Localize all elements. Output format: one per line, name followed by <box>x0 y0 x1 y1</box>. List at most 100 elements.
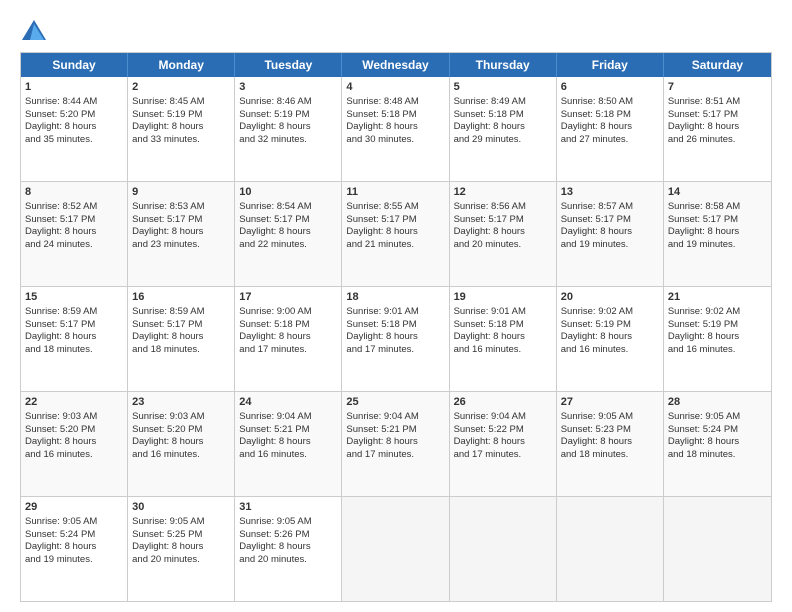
day-cell-1: 1Sunrise: 8:44 AMSunset: 5:20 PMDaylight… <box>21 77 128 181</box>
day-cell-15: 15Sunrise: 8:59 AMSunset: 5:17 PMDayligh… <box>21 287 128 391</box>
day-info-line: Daylight: 8 hours <box>239 541 337 554</box>
day-cell-12: 12Sunrise: 8:56 AMSunset: 5:17 PMDayligh… <box>450 182 557 286</box>
day-info-line: Sunrise: 8:57 AM <box>561 201 659 214</box>
day-number: 4 <box>346 80 444 95</box>
logo-icon <box>20 18 48 46</box>
header-cell-friday: Friday <box>557 53 664 77</box>
day-info-line: Sunset: 5:18 PM <box>454 109 552 122</box>
day-number: 31 <box>239 500 337 515</box>
calendar-week-4: 22Sunrise: 9:03 AMSunset: 5:20 PMDayligh… <box>21 391 771 496</box>
day-info-line: Sunrise: 8:51 AM <box>668 96 767 109</box>
day-info-line: Sunset: 5:17 PM <box>25 319 123 332</box>
day-info-line: and 18 minutes. <box>668 449 767 462</box>
day-info-line: Sunrise: 9:04 AM <box>346 411 444 424</box>
day-info-line: Sunset: 5:21 PM <box>346 424 444 437</box>
day-info-line: Daylight: 8 hours <box>25 331 123 344</box>
day-info-line: Daylight: 8 hours <box>561 226 659 239</box>
day-info-line: Sunset: 5:17 PM <box>346 214 444 227</box>
day-info-line: Sunrise: 9:02 AM <box>668 306 767 319</box>
day-cell-2: 2Sunrise: 8:45 AMSunset: 5:19 PMDaylight… <box>128 77 235 181</box>
day-cell-21: 21Sunrise: 9:02 AMSunset: 5:19 PMDayligh… <box>664 287 771 391</box>
day-number: 14 <box>668 185 767 200</box>
empty-cell <box>450 497 557 601</box>
day-info-line: Daylight: 8 hours <box>25 226 123 239</box>
day-number: 6 <box>561 80 659 95</box>
day-info-line: Sunset: 5:19 PM <box>668 319 767 332</box>
day-info-line: Sunrise: 9:04 AM <box>454 411 552 424</box>
day-number: 2 <box>132 80 230 95</box>
calendar-header: SundayMondayTuesdayWednesdayThursdayFrid… <box>21 53 771 77</box>
day-number: 3 <box>239 80 337 95</box>
day-info-line: Sunrise: 9:05 AM <box>25 516 123 529</box>
day-info-line: Sunrise: 8:56 AM <box>454 201 552 214</box>
header-cell-wednesday: Wednesday <box>342 53 449 77</box>
calendar-week-5: 29Sunrise: 9:05 AMSunset: 5:24 PMDayligh… <box>21 496 771 601</box>
day-number: 16 <box>132 290 230 305</box>
day-info-line: Sunset: 5:22 PM <box>454 424 552 437</box>
day-info-line: and 17 minutes. <box>346 344 444 357</box>
day-info-line: Sunset: 5:23 PM <box>561 424 659 437</box>
day-info-line: Sunset: 5:19 PM <box>561 319 659 332</box>
day-info-line: Sunrise: 8:53 AM <box>132 201 230 214</box>
day-info-line: Daylight: 8 hours <box>561 331 659 344</box>
day-info-line: and 20 minutes. <box>239 554 337 567</box>
day-info-line: and 19 minutes. <box>668 239 767 252</box>
day-info-line: and 18 minutes. <box>561 449 659 462</box>
day-info-line: Sunset: 5:18 PM <box>454 319 552 332</box>
day-info-line: and 26 minutes. <box>668 134 767 147</box>
day-info-line: Sunrise: 8:58 AM <box>668 201 767 214</box>
day-info-line: Sunset: 5:19 PM <box>239 109 337 122</box>
day-info-line: and 18 minutes. <box>25 344 123 357</box>
day-info-line: Sunset: 5:19 PM <box>132 109 230 122</box>
day-info-line: and 16 minutes. <box>454 344 552 357</box>
calendar: SundayMondayTuesdayWednesdayThursdayFrid… <box>20 52 772 602</box>
day-info-line: Sunset: 5:17 PM <box>454 214 552 227</box>
day-info-line: and 19 minutes. <box>25 554 123 567</box>
day-cell-13: 13Sunrise: 8:57 AMSunset: 5:17 PMDayligh… <box>557 182 664 286</box>
day-info-line: Sunset: 5:17 PM <box>132 319 230 332</box>
day-info-line: Sunrise: 9:04 AM <box>239 411 337 424</box>
day-info-line: Sunrise: 9:05 AM <box>132 516 230 529</box>
day-info-line: Sunset: 5:18 PM <box>346 109 444 122</box>
day-number: 20 <box>561 290 659 305</box>
day-cell-28: 28Sunrise: 9:05 AMSunset: 5:24 PMDayligh… <box>664 392 771 496</box>
day-info-line: and 16 minutes. <box>25 449 123 462</box>
day-info-line: Sunrise: 8:52 AM <box>25 201 123 214</box>
day-info-line: and 17 minutes. <box>346 449 444 462</box>
day-info-line: Daylight: 8 hours <box>668 226 767 239</box>
header-cell-monday: Monday <box>128 53 235 77</box>
day-info-line: and 16 minutes. <box>668 344 767 357</box>
day-cell-29: 29Sunrise: 9:05 AMSunset: 5:24 PMDayligh… <box>21 497 128 601</box>
logo <box>20 18 50 46</box>
day-info-line: Sunset: 5:20 PM <box>25 424 123 437</box>
header-cell-saturday: Saturday <box>664 53 771 77</box>
day-info-line: Daylight: 8 hours <box>25 541 123 554</box>
day-cell-31: 31Sunrise: 9:05 AMSunset: 5:26 PMDayligh… <box>235 497 342 601</box>
day-info-line: Sunrise: 8:48 AM <box>346 96 444 109</box>
day-info-line: Sunrise: 8:54 AM <box>239 201 337 214</box>
day-info-line: Daylight: 8 hours <box>668 436 767 449</box>
day-info-line: and 23 minutes. <box>132 239 230 252</box>
day-info-line: and 35 minutes. <box>25 134 123 147</box>
day-info-line: Sunset: 5:17 PM <box>668 214 767 227</box>
day-info-line: Daylight: 8 hours <box>346 226 444 239</box>
day-info-line: Daylight: 8 hours <box>132 331 230 344</box>
day-info-line: Daylight: 8 hours <box>454 331 552 344</box>
day-info-line: Sunrise: 9:05 AM <box>239 516 337 529</box>
day-info-line: Daylight: 8 hours <box>454 121 552 134</box>
calendar-week-3: 15Sunrise: 8:59 AMSunset: 5:17 PMDayligh… <box>21 286 771 391</box>
day-number: 11 <box>346 185 444 200</box>
day-info-line: Sunrise: 9:05 AM <box>668 411 767 424</box>
day-info-line: Daylight: 8 hours <box>346 331 444 344</box>
day-info-line: Daylight: 8 hours <box>668 331 767 344</box>
day-info-line: and 21 minutes. <box>346 239 444 252</box>
day-cell-18: 18Sunrise: 9:01 AMSunset: 5:18 PMDayligh… <box>342 287 449 391</box>
day-info-line: Sunset: 5:18 PM <box>239 319 337 332</box>
day-number: 5 <box>454 80 552 95</box>
day-cell-30: 30Sunrise: 9:05 AMSunset: 5:25 PMDayligh… <box>128 497 235 601</box>
day-info-line: and 17 minutes. <box>239 344 337 357</box>
day-info-line: Sunrise: 8:50 AM <box>561 96 659 109</box>
day-number: 23 <box>132 395 230 410</box>
day-info-line: Sunset: 5:17 PM <box>668 109 767 122</box>
day-number: 22 <box>25 395 123 410</box>
